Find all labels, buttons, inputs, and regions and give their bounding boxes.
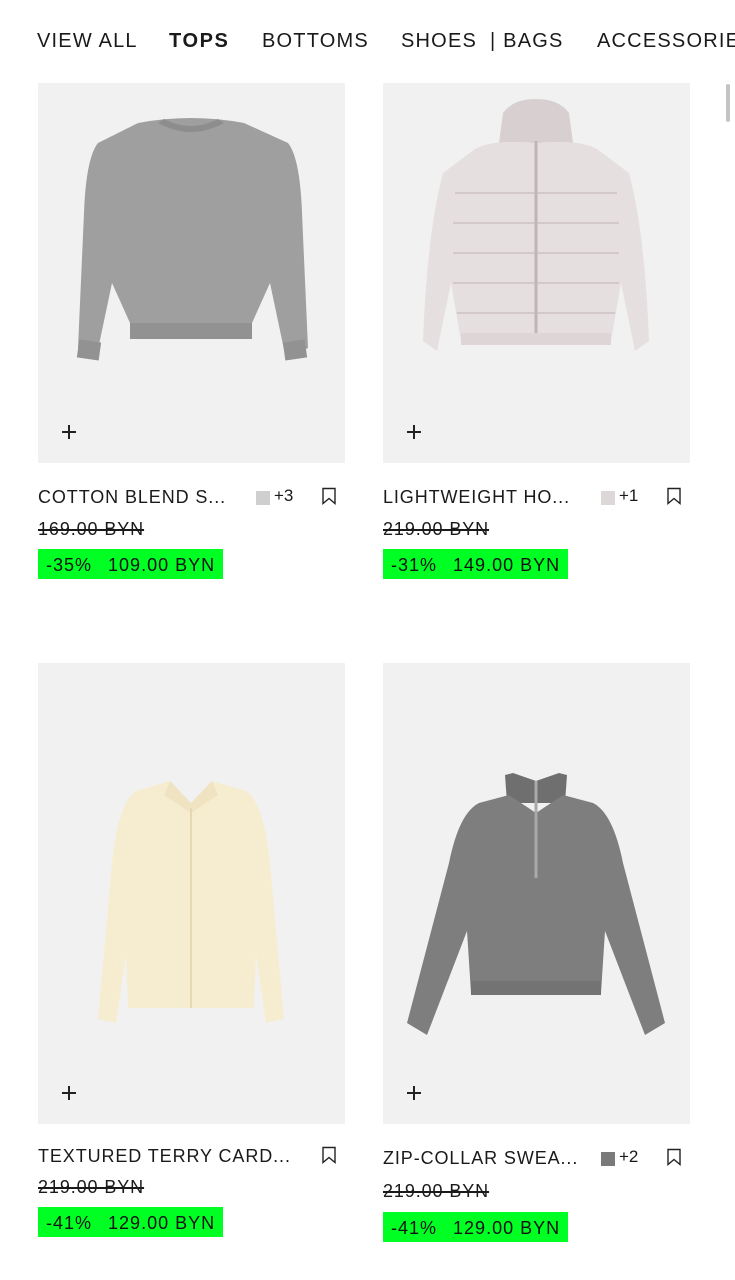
original-price: 219.00 BYN: [383, 519, 490, 539]
color-swatch[interactable]: [256, 491, 270, 505]
cream-cardigan-image: [98, 781, 284, 1023]
bookmark-icon[interactable]: [666, 487, 682, 505]
product-card[interactable]: ZIP-COLLAR SWEA... +2 219.00 BYN -41% 129…: [383, 663, 690, 1248]
original-price: 219.00 BYN: [383, 1181, 490, 1201]
category-nav: VIEW ALL TOPS BOTTOMS SHOES | BAGS ACCES…: [0, 0, 735, 82]
sale-price-badge: -41% 129.00 BYN: [38, 1207, 224, 1237]
bookmark-icon[interactable]: [666, 1148, 682, 1166]
color-swatch[interactable]: [601, 1152, 615, 1166]
discount-percent: -35%: [46, 555, 93, 575]
product-image[interactable]: [38, 83, 345, 463]
sale-price: 129.00 BYN: [108, 1213, 216, 1233]
nav-view-all[interactable]: VIEW ALL: [37, 29, 138, 53]
product-name[interactable]: ZIP-COLLAR SWEA...: [383, 1145, 578, 1171]
more-colors-count[interactable]: +1: [619, 484, 638, 508]
product-card[interactable]: COTTON BLEND S... +3 169.00 BYN -35% 109.…: [38, 83, 345, 583]
sale-price: 129.00 BYN: [453, 1218, 561, 1238]
product-name[interactable]: LIGHTWEIGHT HO...: [383, 484, 570, 510]
grey-zip-sweater-image: [407, 773, 665, 1035]
nav-shoes[interactable]: SHOES: [401, 29, 477, 53]
add-to-cart-plus-icon[interactable]: [403, 1082, 425, 1104]
scrollbar-thumb[interactable]: [726, 84, 730, 122]
discount-percent: -41%: [46, 1213, 93, 1233]
nav-accessories[interactable]: ACCESSORIES: [597, 29, 735, 53]
sale-price-badge: -41% 129.00 BYN: [383, 1212, 569, 1242]
sale-price-badge: -31% 149.00 BYN: [383, 549, 569, 579]
discount-percent: -31%: [391, 555, 438, 575]
more-colors-count[interactable]: +3: [274, 484, 293, 508]
original-price: 219.00 BYN: [38, 1177, 145, 1197]
product-image[interactable]: [38, 663, 345, 1124]
product-info-row: LIGHTWEIGHT HO... +1: [383, 484, 690, 510]
sale-price-badge: -35% 109.00 BYN: [38, 549, 224, 579]
light-puffer-jacket-image: [423, 99, 649, 351]
sale-price: 109.00 BYN: [108, 555, 216, 575]
product-image[interactable]: [383, 83, 690, 463]
more-colors-count[interactable]: +2: [619, 1145, 638, 1169]
original-price: 169.00 BYN: [38, 519, 145, 539]
discount-percent: -41%: [391, 1218, 438, 1238]
product-name[interactable]: COTTON BLEND S...: [38, 484, 226, 510]
product-info-row: TEXTURED TERRY CARD...: [38, 1143, 345, 1169]
grey-sweater-image: [76, 118, 308, 361]
add-to-cart-plus-icon[interactable]: [58, 421, 80, 443]
product-card[interactable]: LIGHTWEIGHT HO... +1 219.00 BYN -31% 149.…: [383, 83, 690, 583]
nav-tops[interactable]: TOPS: [169, 29, 230, 53]
bookmark-icon[interactable]: [321, 487, 337, 505]
add-to-cart-plus-icon[interactable]: [58, 1082, 80, 1104]
bookmark-icon[interactable]: [321, 1146, 337, 1164]
nav-bags[interactable]: | BAGS: [490, 29, 564, 53]
product-info-row: ZIP-COLLAR SWEA... +2: [383, 1145, 690, 1171]
sale-price: 149.00 BYN: [453, 555, 561, 575]
color-swatch[interactable]: [601, 491, 615, 505]
nav-bottoms[interactable]: BOTTOMS: [262, 29, 369, 53]
product-name[interactable]: TEXTURED TERRY CARD...: [38, 1143, 291, 1169]
product-card[interactable]: TEXTURED TERRY CARD... 219.00 BYN -41% 12…: [38, 663, 345, 1243]
add-to-cart-plus-icon[interactable]: [403, 421, 425, 443]
product-image[interactable]: [383, 663, 690, 1124]
product-info-row: COTTON BLEND S... +3: [38, 484, 345, 510]
